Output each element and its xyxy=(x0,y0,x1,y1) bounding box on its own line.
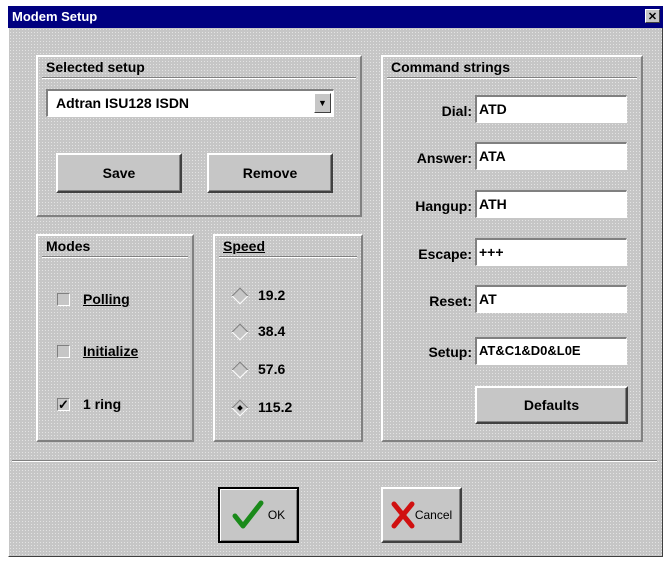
1-ring-checkbox[interactable]: ✓ xyxy=(57,398,70,411)
divider xyxy=(42,256,188,258)
chevron-down-icon[interactable]: ▼ xyxy=(314,93,331,113)
speed-title: Speed xyxy=(223,238,266,254)
divider xyxy=(219,256,357,258)
mode-1-ring[interactable]: ✓ 1 ring xyxy=(57,396,177,416)
speed-radio[interactable] xyxy=(231,323,249,341)
speed-label: 57.6 xyxy=(258,361,286,377)
speed-option-57-6[interactable]: 57.6 xyxy=(231,361,344,381)
speed-option-115-2[interactable]: 115.2 xyxy=(231,399,344,419)
ok-button-label: OK xyxy=(267,508,286,522)
escape-label: Escape: xyxy=(418,246,472,262)
dial-field[interactable]: ATD xyxy=(475,95,627,123)
defaults-button[interactable]: Defaults xyxy=(475,386,628,424)
checkmark-icon xyxy=(232,500,264,529)
hangup-label: Hangup: xyxy=(415,198,472,214)
1-ring-label: 1 ring xyxy=(83,396,122,412)
window-title: Modem Setup xyxy=(12,9,98,24)
speed-radio[interactable] xyxy=(231,287,249,305)
setup-field[interactable]: AT&C1&D0&L0E xyxy=(475,337,627,365)
close-icon[interactable]: ✕ xyxy=(645,9,660,23)
divider xyxy=(387,77,637,79)
x-icon xyxy=(391,501,415,529)
footer-divider xyxy=(12,460,657,462)
setup-label: Setup: xyxy=(428,344,472,360)
answer-field[interactable]: ATA xyxy=(475,142,627,170)
speed-radio[interactable] xyxy=(231,361,249,379)
selected-setup-title: Selected setup xyxy=(46,59,145,75)
escape-field[interactable]: +++ xyxy=(475,238,627,266)
speed-label: 38.4 xyxy=(258,323,286,339)
save-button[interactable]: Save xyxy=(56,153,182,193)
speed-option-19-2[interactable]: 19.2 xyxy=(231,287,344,307)
command-strings-title: Command strings xyxy=(391,59,511,75)
cancel-button[interactable]: Cancel xyxy=(381,487,462,543)
polling-checkbox[interactable] xyxy=(57,293,70,306)
divider xyxy=(42,77,356,79)
speed-label: 115.2 xyxy=(258,399,293,415)
initialize-checkbox[interactable] xyxy=(57,345,70,358)
speed-label: 19.2 xyxy=(258,287,286,303)
remove-button-label: Remove xyxy=(242,165,298,181)
mode-initialize[interactable]: Initialize xyxy=(57,343,177,363)
title-bar: Modem Setup ✕ xyxy=(8,6,663,28)
defaults-button-label: Defaults xyxy=(523,397,580,413)
cancel-button-label: Cancel xyxy=(414,508,453,522)
save-button-label: Save xyxy=(102,165,136,181)
initialize-label: Initialize xyxy=(83,343,139,359)
mode-polling[interactable]: Polling xyxy=(57,291,177,311)
reset-label: Reset: xyxy=(429,293,472,309)
answer-label: Answer: xyxy=(416,150,472,166)
hangup-field[interactable]: ATH xyxy=(475,190,627,218)
setup-select-value: Adtran ISU128 ISDN xyxy=(56,95,190,111)
speed-radio-selected[interactable] xyxy=(231,399,249,417)
ok-button[interactable]: OK xyxy=(218,487,299,543)
polling-label: Polling xyxy=(83,291,130,307)
reset-field[interactable]: AT xyxy=(475,285,627,313)
setup-select[interactable]: Adtran ISU128 ISDN ▼ xyxy=(46,89,334,117)
modes-title: Modes xyxy=(46,238,91,254)
dial-label: Dial: xyxy=(441,103,472,119)
remove-button[interactable]: Remove xyxy=(207,153,333,193)
speed-option-38-4[interactable]: 38.4 xyxy=(231,323,344,343)
